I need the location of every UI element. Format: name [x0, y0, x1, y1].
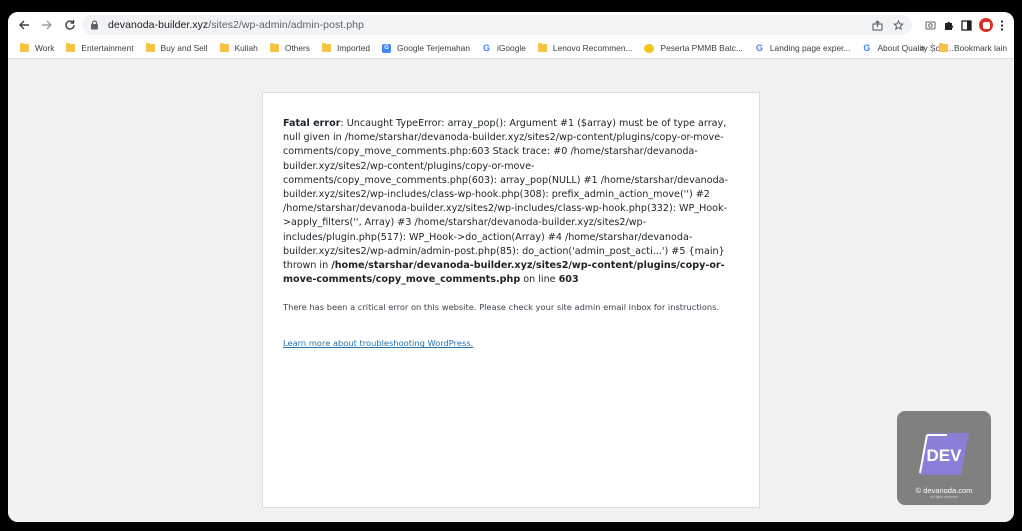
extensions-icon[interactable] [943, 20, 954, 31]
bookmark-other[interactable]: Bookmark lain [939, 38, 1007, 58]
bookmark-google-terjemahan[interactable]: G Google Terjemahan [382, 43, 470, 53]
bookmark-imported[interactable]: Imported [321, 42, 370, 53]
bookmark-landing-page[interactable]: G Landing page exper... [755, 43, 851, 53]
star-icon[interactable] [893, 19, 904, 31]
back-icon [19, 20, 29, 30]
bookmark-entertainment[interactable]: Entertainment [66, 42, 134, 53]
bookmark-work[interactable]: Work [20, 42, 54, 53]
pmmb-icon [644, 43, 655, 53]
folder-icon [219, 42, 229, 52]
error-details: : Uncaught TypeError: array_pop(): Argum… [283, 118, 729, 272]
address-bar[interactable]: devanoda-builder.xyz/sites2/wp-admin/adm… [82, 15, 912, 35]
google-icon: G [482, 43, 490, 53]
bookmark-buy-and-sell[interactable]: Buy and Sell [145, 42, 208, 53]
bookmark-kuliah[interactable]: Kuliah [219, 42, 258, 53]
google-translate-icon: G [382, 43, 392, 53]
bookmarks-more-button[interactable]: » [920, 38, 925, 58]
share-icon[interactable] [872, 19, 883, 31]
dev-logo-icon: DEV [919, 433, 969, 475]
bookmarks-bar: Work Entertainment Buy and Sell Kuliah O… [8, 38, 1014, 59]
devanoda-watermark: DEV © devanoda.com all rights reserved [897, 411, 991, 505]
watermark-text: © devanoda.com [915, 486, 973, 495]
folder-icon [269, 42, 279, 52]
error-file-path: /home/starshar/devanoda-builder.xyz/site… [283, 260, 725, 286]
page-viewport: Fatal error: Uncaught TypeError: array_p… [8, 59, 1014, 522]
menu-icon[interactable] [1000, 19, 1004, 31]
folder-icon [145, 42, 155, 52]
reload-icon [65, 20, 75, 30]
lock-icon [90, 20, 108, 30]
bookmark-others[interactable]: Others [269, 42, 310, 53]
sidepanel-icon[interactable] [961, 19, 972, 31]
fatal-error-label: Fatal error [283, 118, 341, 129]
back-button[interactable] [13, 14, 35, 36]
troubleshooting-link[interactable]: Learn more about troubleshooting WordPre… [283, 338, 473, 348]
bookmark-igoogle[interactable]: GiGoogle [482, 43, 526, 53]
browser-toolbar: devanoda-builder.xyz/sites2/wp-admin/adm… [8, 12, 1014, 38]
google-icon: G [755, 43, 763, 53]
url-path: /sites2/wp-admin/admin-post.php [208, 19, 364, 31]
critical-error-notice: There has been a critical error on this … [283, 302, 720, 313]
folder-icon [321, 42, 331, 52]
fatal-error-message: Fatal error: Uncaught TypeError: array_p… [283, 117, 739, 287]
folder-icon [66, 42, 76, 52]
url-text: devanoda-builder.xyz/sites2/wp-admin/adm… [108, 19, 364, 31]
folder-icon [20, 42, 29, 52]
watermark-subtext: all rights reserved [930, 495, 958, 499]
wp-error-box: Fatal error: Uncaught TypeError: array_p… [262, 92, 760, 508]
browser-window: devanoda-builder.xyz/sites2/wp-admin/adm… [8, 12, 1014, 522]
folder-icon [939, 42, 948, 52]
bookmark-lenovo[interactable]: Lenovo Recommen... [537, 42, 632, 53]
forward-button[interactable] [36, 14, 58, 36]
folder-icon [537, 42, 547, 52]
error-line-number: 603 [558, 274, 579, 286]
google-icon: G [863, 43, 871, 53]
reload-button[interactable] [59, 14, 81, 36]
bookmarks-divider [932, 43, 933, 53]
on-line-text: on line [520, 274, 559, 286]
dev-logo-text: DEV [927, 446, 963, 465]
forward-icon [42, 20, 52, 30]
screenshot-icon[interactable] [925, 20, 936, 30]
url-host: devanoda-builder.xyz [108, 19, 209, 31]
profile-icon[interactable] [979, 18, 993, 32]
bookmark-peserta-pmmb[interactable]: Peserta PMMB Batc... [644, 43, 743, 53]
